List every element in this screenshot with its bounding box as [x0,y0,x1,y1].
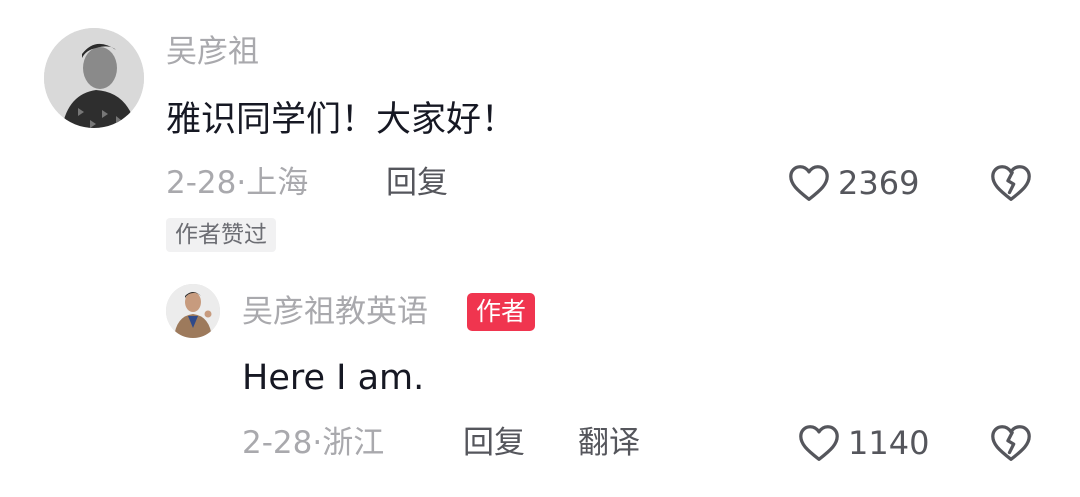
reply-item: 吴彦祖教英语 作者 Here I am. 2-28·浙江 回复 翻译 1140 [0,270,1080,490]
reply-dislike-button[interactable] [988,420,1034,466]
reply-username[interactable]: 吴彦祖教英语 [242,292,428,332]
reply-avatar[interactable] [166,284,220,338]
reply-like-count: 1140 [848,424,930,462]
comment-username[interactable]: 吴彦祖 [166,32,259,72]
broken-heart-icon [991,425,1031,461]
comment-item: 吴彦祖 雅识同学们！大家好！ 2-28·上海 回复 2369 作者赞过 [0,0,1080,260]
dislike-button[interactable] [988,160,1034,206]
reply-location: 浙江 [322,425,385,461]
reply-reply-button[interactable]: 回复 [463,423,525,463]
reply-avatar-image [166,284,220,338]
reply-meta: 2-28·浙江 [242,423,384,463]
heart-outline-icon [789,165,829,201]
translate-button[interactable]: 翻译 [578,423,640,463]
author-badge: 作者 [467,293,536,331]
comment-date: 2-28 [166,165,237,201]
reply-like-button[interactable] [796,420,842,466]
broken-heart-icon [991,165,1031,201]
comment-text: 雅识同学们！大家好！ [166,100,517,140]
reply-date: 2-28 [242,425,313,461]
avatar[interactable] [44,28,144,128]
like-button[interactable] [786,160,832,206]
comment-meta: 2-28·上海 [166,163,308,203]
heart-outline-icon [799,425,839,461]
reply-text: Here I am. [242,358,425,398]
author-liked-badge: 作者赞过 [166,218,276,252]
comment-location: 上海 [246,165,309,201]
reply-button[interactable]: 回复 [386,163,448,203]
meta-separator: · [312,425,323,461]
avatar-image [44,28,144,128]
meta-separator: · [236,165,247,201]
like-count: 2369 [838,164,920,202]
